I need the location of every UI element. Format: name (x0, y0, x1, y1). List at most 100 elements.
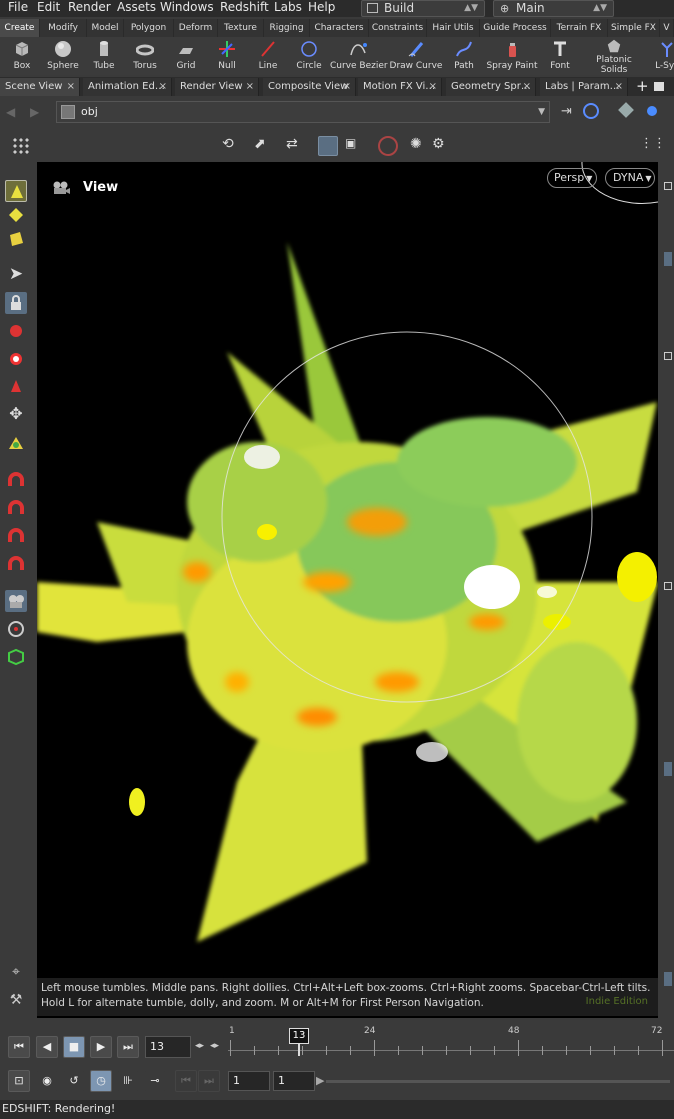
pane-menu-icon[interactable] (654, 82, 664, 91)
range-start-field[interactable]: 1 (228, 1071, 270, 1091)
tool-circle[interactable]: Circle (287, 37, 331, 75)
desktop-select[interactable]: Build ▲▼ (361, 0, 485, 17)
shelf-tab-deform[interactable]: Deform (174, 19, 218, 37)
shelf-tab-more[interactable]: V (660, 19, 674, 37)
audio-icon[interactable]: ◉ (36, 1070, 58, 1092)
view-camera-icon[interactable] (5, 590, 27, 612)
shelf-tab-create[interactable]: Create (0, 19, 40, 37)
scene-viewport[interactable]: View Persp ▼ DYNA ▼ (37, 162, 658, 1018)
close-icon[interactable]: × (67, 78, 75, 96)
link-icon[interactable] (583, 103, 599, 119)
tab-animation-editor[interactable]: Animation Ed… × (83, 78, 172, 96)
realtime-icon[interactable]: ◷ (90, 1070, 112, 1092)
geometry-icon[interactable] (618, 102, 634, 118)
shelf-tab-terrain-fx[interactable]: Terrain FX (551, 19, 608, 37)
light-icon[interactable]: ✺ (410, 136, 430, 156)
tab-geometry-spreadsheet[interactable]: Geometry Spr… × (446, 78, 536, 96)
menu-redshift[interactable]: Redshift (220, 0, 269, 17)
display-option-icon[interactable] (664, 582, 672, 590)
tab-composite-view[interactable]: Composite View × (263, 78, 356, 96)
range-slider-handle-icon[interactable]: ▶ (316, 1074, 324, 1087)
network-path-field[interactable]: obj ▼ (56, 101, 550, 123)
shelf-tab-polygon[interactable]: Polygon (124, 19, 174, 37)
close-icon[interactable]: × (159, 78, 167, 96)
forward-arrow-icon[interactable]: ▶ (30, 105, 39, 119)
shelf-tab-model[interactable]: Model (87, 19, 124, 37)
tab-scene-view[interactable]: Scene View × (0, 78, 80, 96)
tab-render-view[interactable]: Render View × (175, 78, 259, 96)
timeline-ruler[interactable]: 1 24 48 72 13 (228, 1026, 674, 1062)
tool-draw-curve[interactable]: Draw Curve (390, 37, 442, 75)
menu-file[interactable]: File (8, 0, 28, 17)
pin-view-icon[interactable]: ⌖ (5, 964, 27, 986)
tool-spray-paint[interactable]: Spray Paint (486, 37, 538, 75)
magnet-pose-icon[interactable] (5, 554, 27, 576)
pin-icon[interactable]: ⇥ (561, 104, 572, 119)
view-transform-icon[interactable]: ⇄ (286, 136, 306, 156)
range-end-icon[interactable]: ⏭ (198, 1070, 220, 1092)
tool-path[interactable]: Path (442, 37, 486, 75)
stop-icon[interactable]: ■ (63, 1036, 85, 1058)
add-tab-icon[interactable]: + (636, 77, 649, 95)
chevron-down-icon[interactable]: ▼ (538, 102, 545, 122)
range-slider-track[interactable] (326, 1080, 670, 1083)
shelf-tab-rigging[interactable]: Rigging (264, 19, 310, 37)
shelf-tab-hair-utils[interactable]: Hair Utils (427, 19, 480, 37)
magnet-rotate-icon[interactable] (5, 498, 27, 520)
tool-font[interactable]: Font (538, 37, 582, 75)
settings-gear-icon[interactable]: ⚙ (432, 136, 452, 156)
display-option-icon[interactable] (664, 762, 672, 776)
render-region-icon[interactable] (5, 618, 27, 640)
tab-motion-fx-view[interactable]: Motion FX Vi… × (358, 78, 442, 96)
lock-icon[interactable] (5, 292, 27, 314)
playhead[interactable] (298, 1044, 300, 1056)
shelf-tab-guide-process[interactable]: Guide Process (480, 19, 551, 37)
close-icon[interactable]: × (523, 78, 531, 96)
display-option-icon[interactable] (664, 352, 672, 360)
step-frame-icon[interactable]: ◂▸ (195, 1041, 204, 1051)
snapping-icon[interactable]: ⋮⋮ (640, 136, 666, 156)
pose-tool-icon[interactable]: ✥ (5, 404, 27, 426)
tool-platonic-solids[interactable]: Platonic Solids (592, 37, 636, 75)
close-icon[interactable]: × (429, 78, 437, 96)
display-menu-button[interactable]: DYNA ▼ (605, 168, 655, 188)
jump-start-icon[interactable]: ⏮ (8, 1036, 30, 1058)
tool-curve-bezier[interactable]: Curve Bezier (330, 37, 388, 75)
camera-menu-button[interactable]: Persp ▼ (547, 168, 597, 188)
edges-tool-icon[interactable] (5, 228, 27, 250)
tool-l-system[interactable]: L-Sys (645, 37, 674, 75)
orbit-tool-icon[interactable]: ⟲ (222, 136, 242, 156)
shelf-tab-modify[interactable]: Modify (40, 19, 87, 37)
range-end-field[interactable]: 1 (273, 1071, 315, 1091)
frame-field[interactable]: 13 (145, 1036, 191, 1058)
grid-dots-icon[interactable] (12, 137, 30, 155)
menu-windows[interactable]: Windows (160, 0, 214, 17)
menu-help[interactable]: Help (308, 0, 335, 17)
step-frame-icon[interactable]: ◂▸ (210, 1041, 219, 1051)
shading-icon[interactable] (664, 252, 672, 266)
handle-tool-icon[interactable] (5, 432, 27, 454)
close-icon[interactable]: × (615, 78, 623, 96)
display-option-icon[interactable] (664, 182, 672, 190)
menu-labs[interactable]: Labs (274, 0, 302, 17)
display-options-icon[interactable] (647, 106, 657, 116)
magnet-scale-icon[interactable] (5, 526, 27, 548)
range-start-icon[interactable]: ⏮ (175, 1070, 197, 1092)
menu-edit[interactable]: Edit (37, 0, 60, 17)
tab-labs-parameters[interactable]: Labs | Param… × (540, 78, 628, 96)
shelf-tab-simple-fx[interactable]: Simple FX (608, 19, 660, 37)
snapshot-icon[interactable]: ▣ (345, 136, 365, 156)
magnet-tool-icon[interactable] (5, 470, 27, 492)
loop-icon[interactable]: ↺ (63, 1070, 85, 1092)
rotate-tool-icon[interactable] (5, 348, 27, 370)
shelf-tab-characters[interactable]: Characters (310, 19, 369, 37)
close-icon[interactable]: × (343, 78, 351, 96)
select-tool-icon[interactable] (5, 180, 27, 202)
shelf-tab-texture[interactable]: Texture (218, 19, 264, 37)
move-tool-icon[interactable] (5, 320, 27, 342)
pan-tool-icon[interactable]: ⬈ (254, 136, 274, 156)
context-select[interactable]: ⊕ Main ▲▼ (493, 0, 614, 17)
keyframe-icon[interactable]: ⊡ (8, 1070, 30, 1092)
key-settings-icon[interactable]: ⊸ (144, 1070, 166, 1092)
menu-assets[interactable]: Assets (117, 0, 156, 17)
